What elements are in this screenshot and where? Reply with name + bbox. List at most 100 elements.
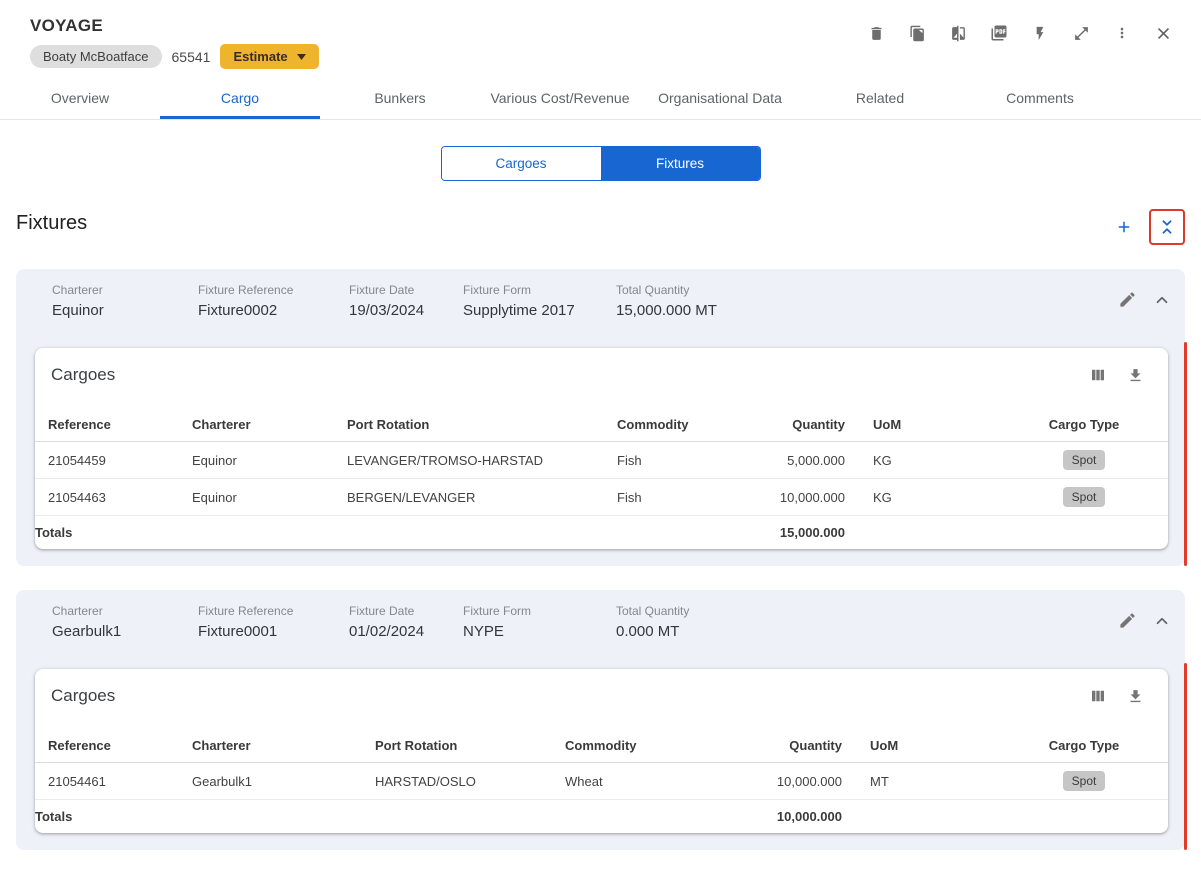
toggle-cargoes-button[interactable]: Cargoes: [441, 147, 601, 180]
cargoes-card-actions: [1089, 687, 1144, 705]
chevron-up-icon: [1156, 296, 1168, 303]
empty-cell: [858, 800, 1000, 834]
field-value: Gearbulk1: [52, 623, 122, 640]
column-header-uom: UoM: [861, 408, 1000, 442]
totals-row: Totals 10,000.000: [35, 800, 1168, 834]
field-label: Total Quantity: [616, 283, 690, 297]
field-label: Fixture Form: [463, 604, 532, 618]
table-row[interactable]: 21054463 Equinor BERGEN/LEVANGER Fish 10…: [35, 478, 1168, 516]
more-options-icon[interactable]: [1112, 23, 1132, 43]
field-value: 0.000 MT: [616, 623, 680, 640]
expand-icon[interactable]: [1071, 23, 1091, 43]
fixture-field-form: Fixture Form Supplytime 2017: [463, 283, 616, 336]
field-value: Equinor: [52, 302, 104, 319]
cell-quantity: 5,000.000: [737, 441, 861, 479]
voyage-identity-row: Boaty McBoatface 65541 Estimate: [30, 44, 1171, 69]
add-fixture-button[interactable]: [1111, 209, 1137, 245]
cell-uom: MT: [858, 762, 1000, 800]
flash-icon[interactable]: [1030, 23, 1050, 43]
fixture-field-date: Fixture Date 01/02/2024: [349, 604, 463, 657]
download-icon[interactable]: [1127, 367, 1144, 384]
field-label: Fixture Form: [463, 283, 532, 297]
fixture-field-total-quantity: Total Quantity 0.000 MT: [616, 604, 689, 657]
fixtures-section-title: Fixtures: [16, 212, 88, 234]
tab-various-cost-revenue[interactable]: Various Cost/Revenue: [480, 78, 640, 119]
collapse-fixture-button[interactable]: [1153, 291, 1171, 309]
table-header-row: Reference Charterer Port Rotation Commod…: [35, 729, 1168, 763]
totals-label: Totals: [35, 525, 73, 540]
empty-cell: [1000, 516, 1168, 550]
cargoes-card: Cargoes Reference Charterer Port Rotatio…: [35, 669, 1168, 833]
cell-cargo-type: Spot: [1000, 441, 1168, 479]
field-label: Charterer: [52, 604, 103, 618]
view-toggle-wrap: Cargoes Fixtures: [0, 146, 1201, 181]
tab-bar: Overview Cargo Bunkers Various Cost/Reve…: [0, 78, 1201, 120]
card-bottom-spacer: [16, 833, 1185, 850]
columns-icon[interactable]: [1089, 687, 1107, 705]
window-toolbar: [866, 23, 1173, 43]
tab-bunkers[interactable]: Bunkers: [320, 78, 480, 119]
cell-reference: 21054463: [35, 478, 192, 516]
tab-comments[interactable]: Comments: [960, 78, 1120, 119]
voyage-number: 65541: [171, 48, 211, 65]
column-header-charterer: Charterer: [192, 729, 375, 763]
columns-icon[interactable]: [1089, 366, 1107, 384]
close-icon[interactable]: [1153, 23, 1173, 43]
column-header-reference: Reference: [35, 408, 192, 442]
table-header-row: Reference Charterer Port Rotation Commod…: [35, 408, 1168, 442]
field-label: Fixture Date: [349, 604, 415, 618]
compare-icon[interactable]: [948, 23, 968, 43]
window-header: VOYAGE Boaty McBoatface 65541 Estimate: [0, 0, 1201, 69]
cargo-type-badge: Spot: [1062, 487, 1106, 507]
table-row[interactable]: 21054461 Gearbulk1 HARSTAD/OSLO Wheat 10…: [35, 762, 1168, 800]
tab-related[interactable]: Related: [800, 78, 960, 119]
edit-fixture-button[interactable]: [1118, 611, 1137, 630]
collapse-fixture-button[interactable]: [1153, 612, 1171, 630]
cargoes-table: Reference Charterer Port Rotation Commod…: [35, 408, 1168, 549]
collapse-all-icon: [1162, 220, 1172, 234]
field-label: Fixture Reference: [198, 604, 294, 618]
collapse-all-button[interactable]: [1149, 209, 1185, 245]
tab-cargo[interactable]: Cargo: [160, 78, 320, 119]
view-toggle: Cargoes Fixtures: [440, 146, 761, 181]
cell-charterer: Equinor: [192, 478, 347, 516]
delete-icon[interactable]: [866, 23, 886, 43]
cell-reference: 21054459: [35, 441, 192, 479]
cell-port-rotation: HARSTAD/OSLO: [375, 762, 565, 800]
toggle-fixtures-button[interactable]: Fixtures: [600, 147, 760, 180]
copy-icon[interactable]: [907, 23, 927, 43]
field-value: NYPE: [463, 623, 504, 640]
plus-icon: [1118, 221, 1130, 233]
card-bottom-spacer: [16, 549, 1185, 566]
fixture-header-controls: [1118, 611, 1171, 630]
column-header-cargo-type: Cargo Type: [1000, 729, 1168, 763]
cell-cargo-type: Spot: [1000, 762, 1168, 800]
cell-charterer: Equinor: [192, 441, 347, 479]
pdf-export-icon[interactable]: [989, 23, 1009, 43]
empty-cell: [347, 516, 617, 550]
totals-label: Totals: [35, 809, 73, 824]
tab-overview[interactable]: Overview: [0, 78, 160, 119]
cell-quantity: 10,000.000: [727, 762, 858, 800]
fixture-field-form: Fixture Form NYPE: [463, 604, 616, 657]
caret-down-icon: [296, 53, 306, 60]
edit-fixture-button[interactable]: [1118, 290, 1137, 309]
pencil-icon: [1120, 292, 1135, 307]
tab-organisational-data[interactable]: Organisational Data: [640, 78, 800, 119]
fixture-header: Charterer Equinor Fixture Reference Fixt…: [16, 269, 1185, 348]
empty-cell: [192, 800, 375, 834]
empty-cell: [565, 800, 727, 834]
cargoes-card-header: Cargoes: [35, 348, 1168, 385]
cell-reference: 21054461: [35, 762, 192, 800]
empty-cell: [617, 516, 737, 550]
cargoes-title: Cargoes: [51, 686, 116, 705]
download-icon[interactable]: [1127, 688, 1144, 705]
cargoes-card-actions: [1089, 366, 1144, 384]
estimate-dropdown-button[interactable]: Estimate: [220, 44, 319, 69]
cell-port-rotation: LEVANGER/TROMSO-HARSTAD: [347, 441, 617, 479]
cargo-type-badge: Spot: [1062, 450, 1106, 470]
pencil-icon: [1120, 613, 1135, 628]
estimate-label: Estimate: [233, 49, 288, 64]
fixture-header: Charterer Gearbulk1 Fixture Reference Fi…: [16, 590, 1185, 669]
table-row[interactable]: 21054459 Equinor LEVANGER/TROMSO-HARSTAD…: [35, 441, 1168, 479]
